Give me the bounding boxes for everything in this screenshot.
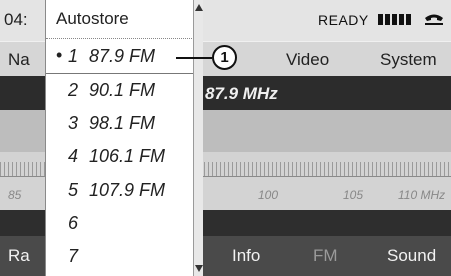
preset-frequency: 98.1 FM xyxy=(89,113,156,133)
preset-number: 7 xyxy=(68,246,79,266)
scale-tick-label: 100 xyxy=(258,188,279,202)
bottom-item-radio[interactable]: Ra xyxy=(8,246,30,266)
list-item[interactable]: 2 90.1 FM xyxy=(46,76,194,108)
preset-number: 4 xyxy=(68,146,79,166)
callout-marker: 1 xyxy=(212,45,237,70)
preset-number: 5 xyxy=(68,180,79,200)
status-ready: READY xyxy=(318,12,369,28)
list-item[interactable]: • 1 87.9 FM xyxy=(46,42,194,74)
menu-item-navi[interactable]: Na xyxy=(8,50,30,70)
autostore-list: Autostore • 1 87.9 FM 2 90.1 FM 3 98.1 F… xyxy=(45,0,203,276)
scroll-up-arrow-icon[interactable] xyxy=(195,4,203,11)
bottom-item-sound[interactable]: Sound xyxy=(387,246,436,266)
title-separator xyxy=(46,38,194,39)
autostore-title: Autostore xyxy=(56,9,129,28)
preset-number: 1 xyxy=(68,46,79,66)
selected-bullet: • xyxy=(56,45,63,65)
current-frequency: 87.9 MHz xyxy=(205,84,278,103)
preset-number: 6 xyxy=(68,213,79,233)
list-item[interactable]: 3 98.1 FM xyxy=(46,109,194,141)
preset-number: 3 xyxy=(68,113,79,133)
phone-handset-icon xyxy=(425,14,443,25)
list-scrollbar[interactable] xyxy=(193,0,203,276)
preset-frequency: 107.9 FM xyxy=(89,180,166,200)
list-item[interactable]: 5 107.9 FM xyxy=(46,176,194,208)
callout-leader xyxy=(176,57,212,59)
list-item[interactable]: 7 xyxy=(46,242,194,274)
preset-number: 2 xyxy=(68,80,79,100)
scale-tick-label: 85 xyxy=(8,188,22,202)
preset-frequency: 106.1 FM xyxy=(89,146,166,166)
bottom-item-info[interactable]: Info xyxy=(232,246,260,266)
radio-screen: 04: READY Na Video System 87.9 MHz 85 10… xyxy=(0,0,451,276)
bottom-item-fm[interactable]: FM xyxy=(313,246,338,266)
preset-frequency: 90.1 FM xyxy=(89,80,156,100)
scroll-down-arrow-icon[interactable] xyxy=(195,265,203,272)
preset-frequency: 87.9 FM xyxy=(89,46,156,66)
menu-item-system[interactable]: System xyxy=(380,50,437,70)
signal-strength-icon xyxy=(378,14,411,25)
scale-tick-label: 105 xyxy=(343,188,364,202)
menu-item-video[interactable]: Video xyxy=(286,50,329,70)
list-item[interactable]: 6 xyxy=(46,209,194,241)
clock: 04: xyxy=(4,10,28,29)
scale-tick-label: 110 MHz xyxy=(398,188,446,202)
list-item[interactable]: 4 106.1 FM xyxy=(46,142,194,174)
